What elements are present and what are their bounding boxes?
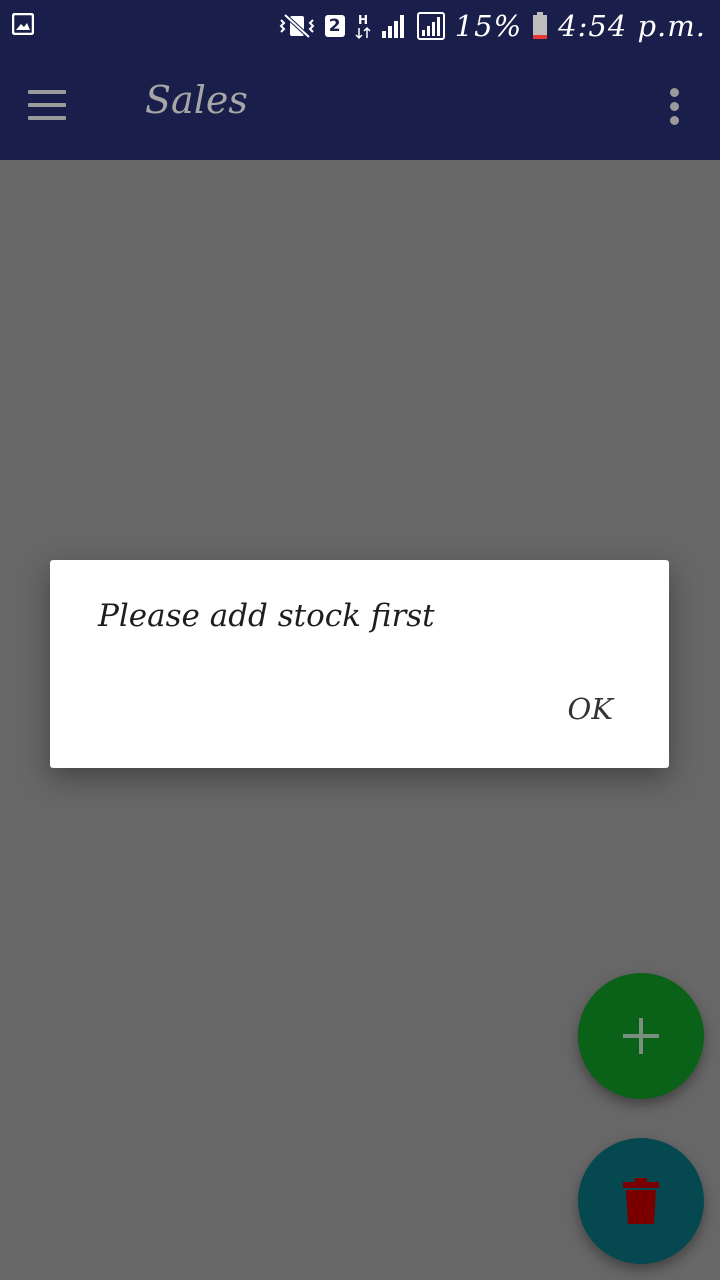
overflow-menu-icon[interactable] xyxy=(656,84,696,128)
app-bar: Sales xyxy=(0,50,720,160)
delete-button[interactable] xyxy=(578,1138,704,1264)
alert-dialog: Please add stock first OK xyxy=(50,560,669,768)
ok-button[interactable]: OK xyxy=(558,688,623,730)
add-sale-button[interactable] xyxy=(578,973,704,1099)
status-icons: 2 H 15% 4:54 p.m. xyxy=(279,6,706,46)
dialog-message: Please add stock first xyxy=(98,598,435,634)
signal-icon xyxy=(381,13,407,39)
gallery-notification-icon xyxy=(11,12,35,36)
page-title: Sales xyxy=(145,78,248,122)
app-screen: 2 H 15% 4:54 p.m. Sales Please add stock… xyxy=(0,0,720,1280)
data-hplus-icon: H xyxy=(355,12,371,40)
signal-sim2-icon xyxy=(416,12,445,40)
status-bar: 2 H 15% 4:54 p.m. xyxy=(0,0,720,50)
plus-icon xyxy=(623,1018,659,1054)
sim-2-icon: 2 xyxy=(324,15,345,37)
battery-percent: 15% xyxy=(454,9,523,43)
vibrate-icon xyxy=(279,13,315,39)
svg-text:H: H xyxy=(358,13,368,27)
battery-icon xyxy=(532,12,548,40)
trash-icon xyxy=(623,1178,659,1224)
clock: 4:54 p.m. xyxy=(558,9,706,43)
menu-icon[interactable] xyxy=(18,80,78,130)
